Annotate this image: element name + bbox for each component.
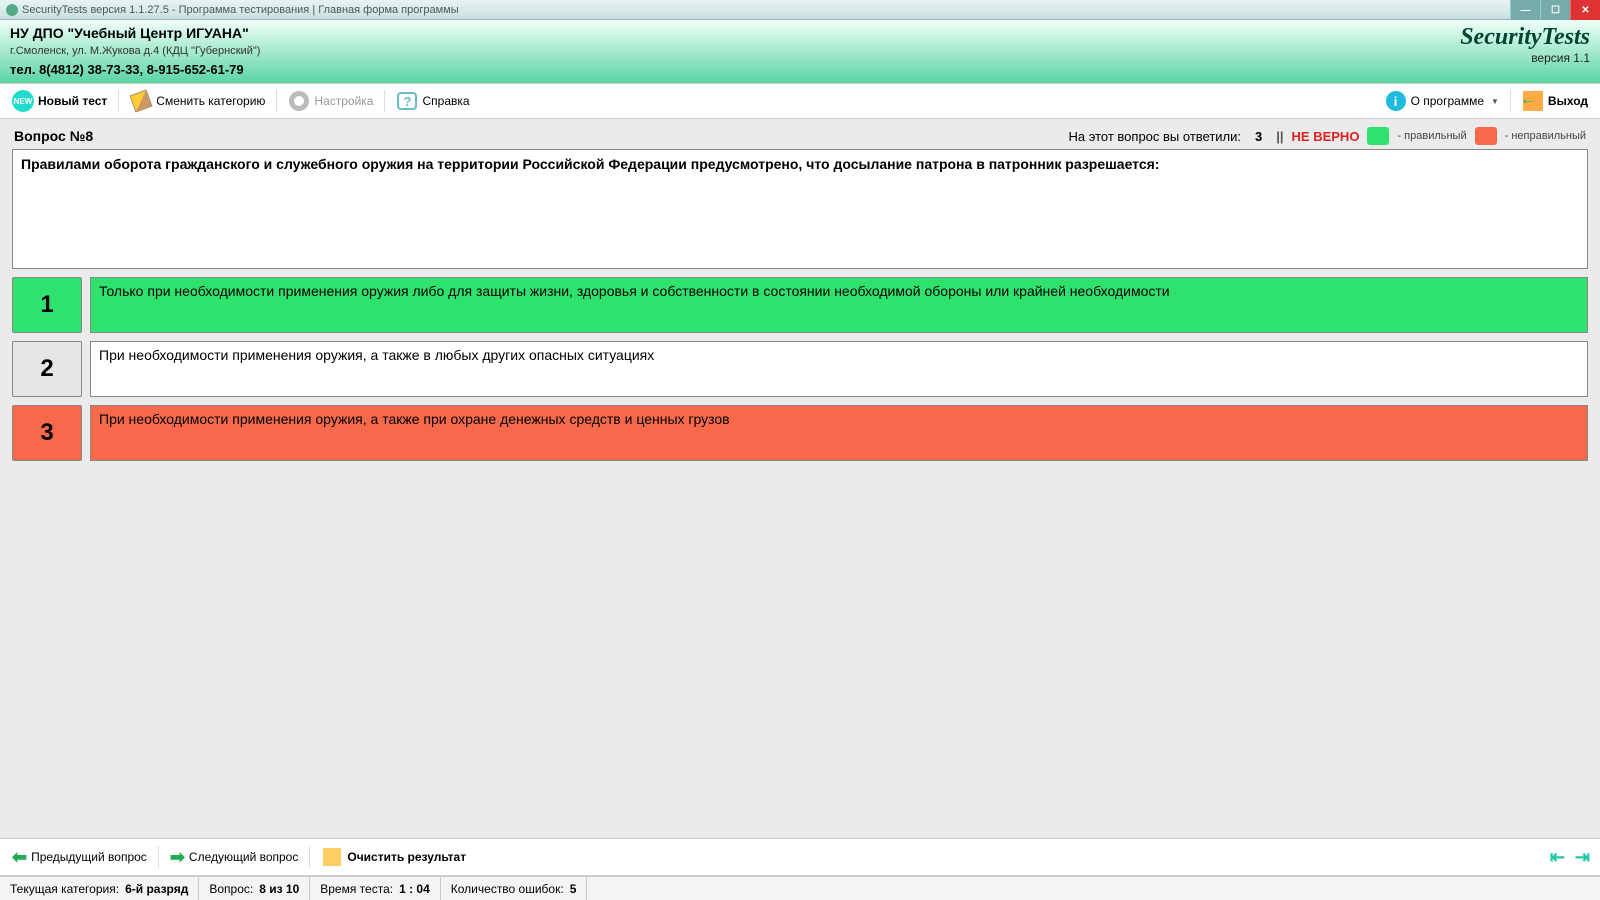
settings-button[interactable]: Настройка — [282, 86, 379, 116]
status-question-label: Вопрос: — [209, 882, 253, 896]
window-title: SecurityTests версия 1.1.27.5 - Программ… — [22, 4, 459, 16]
legend-correct-text: - правильный — [1397, 130, 1466, 142]
gear-icon — [289, 91, 309, 111]
answers-container: 1 Только при необходимости применения ор… — [12, 277, 1588, 461]
arrow-left-icon: ⬅ — [12, 847, 27, 868]
question-text: Правилами оборота гражданского и служебн… — [12, 149, 1588, 269]
status-errors-value: 5 — [570, 882, 577, 896]
toolbar-separator — [1510, 90, 1511, 112]
answer-row[interactable]: 3 При необходимости применения оружия, а… — [12, 405, 1588, 461]
clear-icon — [323, 848, 341, 866]
change-category-button[interactable]: Сменить категорию — [124, 86, 271, 116]
bottom-toolbar: ⬅ Предыдущий вопрос ➡ Следующий вопрос О… — [0, 838, 1600, 876]
status-question-value: 8 из 10 — [259, 882, 299, 896]
clear-result-label: Очистить результат — [347, 850, 466, 864]
answered-label: На этот вопрос вы ответили: — [1069, 129, 1242, 144]
window-close-button[interactable]: ✕ — [1570, 0, 1600, 20]
question-header: Вопрос №8 На этот вопрос вы ответили: 3 … — [0, 119, 1600, 149]
answer-number: 1 — [12, 277, 82, 333]
exit-button[interactable]: Выход — [1516, 86, 1594, 116]
status-bar: Текущая категория: 6-й разряд Вопрос: 8 … — [0, 876, 1600, 900]
first-page-button[interactable]: ⇤ — [1546, 847, 1569, 868]
new-icon: NEW — [12, 90, 34, 112]
status-errors-label: Количество ошибок: — [451, 882, 564, 896]
main-toolbar: NEW Новый тест Сменить категорию Настрой… — [0, 83, 1600, 119]
answered-count: 3 — [1249, 129, 1268, 144]
change-category-label: Сменить категорию — [156, 94, 265, 108]
prev-question-label: Предыдущий вопрос — [31, 850, 147, 864]
exit-label: Выход — [1548, 94, 1588, 108]
status-time-value: 1 : 04 — [399, 882, 430, 896]
organization-address: г.Смоленск, ул. М.Жукова д.4 (КДЦ "Губер… — [10, 44, 260, 59]
clear-result-button[interactable]: Очистить результат — [315, 842, 472, 872]
exit-icon — [1523, 91, 1543, 111]
answer-text: При необходимости применения оружия, а т… — [90, 341, 1588, 397]
app-header: НУ ДПО "Учебный Центр ИГУАНА" г.Смоленск… — [0, 20, 1600, 83]
answer-text: При необходимости применения оружия, а т… — [90, 405, 1588, 461]
toolbar-separator — [276, 90, 277, 112]
status-time-label: Время теста: — [320, 882, 393, 896]
question-number: Вопрос №8 — [14, 128, 93, 144]
new-test-label: Новый тест — [38, 94, 107, 108]
settings-label: Настройка — [314, 94, 373, 108]
info-icon: i — [1386, 91, 1406, 111]
answer-result: НЕ ВЕРНО — [1292, 129, 1360, 144]
new-test-button[interactable]: NEW Новый тест — [6, 86, 113, 116]
status-question: Вопрос: 8 из 10 — [199, 877, 310, 900]
answer-row[interactable]: 1 Только при необходимости применения ор… — [12, 277, 1588, 333]
status-category: Текущая категория: 6-й разряд — [0, 877, 199, 900]
question-content: Правилами оборота гражданского и служебн… — [0, 149, 1600, 838]
toolbar-separator — [384, 90, 385, 112]
help-icon: ? — [397, 92, 417, 110]
about-button[interactable]: i О программе ▼ — [1379, 86, 1505, 116]
answer-row[interactable]: 2 При необходимости применения оружия, а… — [12, 341, 1588, 397]
app-icon — [6, 4, 18, 16]
answer-number: 3 — [12, 405, 82, 461]
help-label: Справка — [422, 94, 469, 108]
status-category-label: Текущая категория: — [10, 882, 119, 896]
window-titlebar: SecurityTests версия 1.1.27.5 - Программ… — [0, 0, 1600, 20]
toolbar-separator — [309, 846, 310, 868]
window-controls: — ☐ ✕ — [1510, 0, 1600, 19]
answer-text: Только при необходимости применения оруж… — [90, 277, 1588, 333]
window-minimize-button[interactable]: — — [1510, 0, 1540, 20]
next-question-label: Следующий вопрос — [189, 850, 298, 864]
stats-separator: || — [1276, 129, 1283, 144]
window-maximize-button[interactable]: ☐ — [1540, 0, 1570, 20]
last-page-button[interactable]: ⇥ — [1571, 847, 1594, 868]
next-question-button[interactable]: ➡ Следующий вопрос — [164, 843, 305, 872]
brand-name: SecurityTests — [1460, 24, 1590, 51]
legend-wrong-box — [1475, 127, 1497, 145]
prev-question-button[interactable]: ⬅ Предыдущий вопрос — [6, 843, 153, 872]
chevron-down-icon: ▼ — [1491, 97, 1499, 106]
organization-name: НУ ДПО "Учебный Центр ИГУАНА" — [10, 24, 260, 44]
status-time: Время теста: 1 : 04 — [310, 877, 441, 900]
about-label: О программе — [1411, 94, 1484, 108]
status-errors: Количество ошибок: 5 — [441, 877, 588, 900]
help-button[interactable]: ? Справка — [390, 86, 475, 116]
toolbar-separator — [118, 90, 119, 112]
legend-wrong-text: - неправильный — [1505, 130, 1586, 142]
status-category-value: 6-й разряд — [125, 882, 188, 896]
brand-version: версия 1.1 — [1460, 51, 1590, 65]
pencil-icon — [130, 90, 153, 113]
legend-correct-box — [1367, 127, 1389, 145]
answer-number: 2 — [12, 341, 82, 397]
arrow-right-icon: ➡ — [170, 847, 185, 868]
toolbar-separator — [158, 846, 159, 868]
organization-phone: тел. 8(4812) 38-73-33, 8-915-652-61-79 — [10, 61, 260, 79]
